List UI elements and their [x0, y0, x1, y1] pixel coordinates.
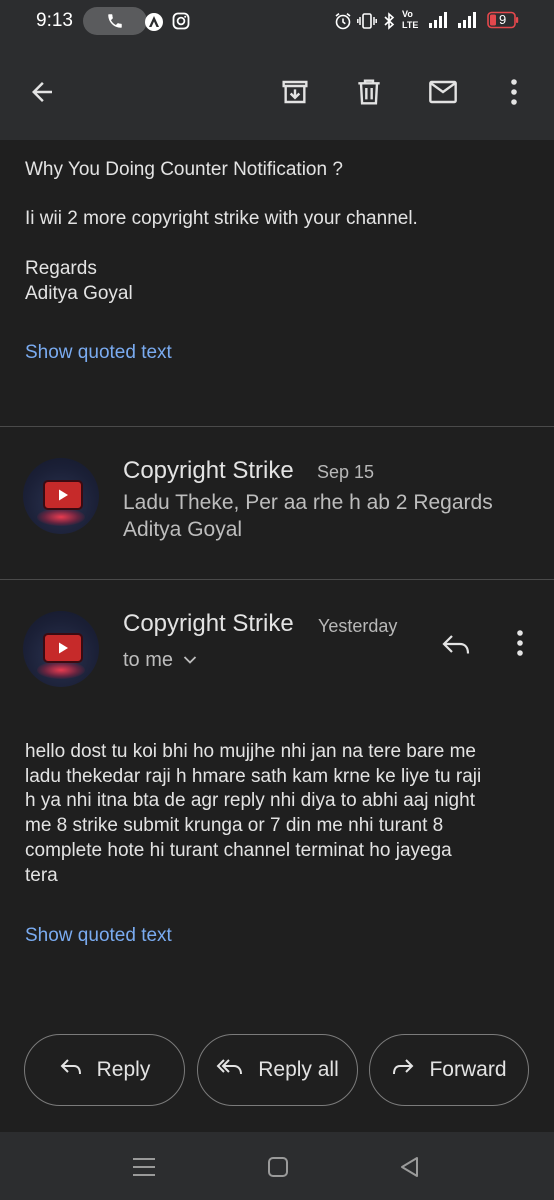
vibrate-icon	[357, 12, 377, 36]
reply-button[interactable]: Reply	[24, 1034, 185, 1106]
divider	[0, 426, 554, 427]
anchor-app-icon	[144, 12, 164, 38]
phone-call-icon[interactable]	[83, 7, 147, 35]
battery-icon: 9	[487, 11, 519, 29]
status-time: 9:13	[36, 10, 73, 31]
message-1-line: Ii wii 2 more copyright strike with your…	[25, 208, 418, 229]
system-navigation-bar	[0, 1132, 554, 1200]
top-app-bar	[0, 44, 554, 140]
reply-all-icon	[216, 1057, 244, 1083]
show-quoted-text-link[interactable]: Show quoted text	[25, 925, 172, 947]
avatar	[23, 458, 99, 534]
reply-label: Reply	[96, 1058, 151, 1081]
message-snippet: Aditya Goyal	[123, 518, 243, 541]
message-body-line: complete hote hi turant channel terminat…	[25, 839, 452, 861]
more-vert-icon[interactable]	[508, 628, 532, 658]
avatar	[23, 611, 99, 687]
message-body-line: tera	[25, 864, 58, 886]
show-quoted-text-link[interactable]: Show quoted text	[25, 342, 172, 364]
message-body-line: hello dost tu koi bhi ho mujjhe nhi jan …	[25, 741, 476, 762]
divider	[0, 579, 554, 580]
mark-unread-icon[interactable]	[423, 72, 463, 112]
message-1-line: Why You Doing Counter Notification ?	[25, 159, 343, 180]
forward-label: Forward	[429, 1058, 507, 1081]
message-body: hello dost tu koi bhi ho mujjhe nhi jan …	[25, 740, 535, 888]
youtube-icon	[43, 480, 83, 510]
youtube-icon	[43, 633, 83, 663]
home-icon[interactable]	[267, 1156, 289, 1183]
message-date: Yesterday	[318, 616, 398, 636]
message-date: Sep 15	[317, 462, 375, 482]
instagram-icon	[172, 12, 190, 36]
back-arrow-icon[interactable]	[22, 72, 62, 112]
forward-button[interactable]: Forward	[369, 1034, 529, 1106]
signal-icon	[428, 11, 450, 35]
message-body-line: ladu thekedar raji h hmare sath kam krne…	[25, 765, 482, 787]
reply-all-label: Reply all	[258, 1058, 339, 1081]
bluetooth-icon	[382, 12, 396, 36]
message-body-line: me 8 strike submit krunga or 7 din me nh…	[25, 815, 444, 837]
alarm-icon	[334, 12, 352, 36]
volte-label-top: Vo	[402, 9, 413, 19]
more-vert-icon[interactable]	[494, 72, 534, 112]
recents-icon[interactable]	[131, 1156, 157, 1183]
status-bar: 9:13 Vo LTE 9	[0, 0, 554, 44]
reply-icon	[59, 1057, 83, 1083]
archive-icon[interactable]	[275, 72, 315, 112]
message-1-line: Aditya Goyal	[25, 283, 133, 304]
back-nav-icon[interactable]	[398, 1155, 420, 1184]
sender-name: Copyright Strike	[123, 457, 294, 484]
reply-icon[interactable]	[436, 625, 476, 665]
volte-icon: Vo LTE	[402, 9, 418, 31]
signal-icon-2	[457, 11, 479, 35]
recipient-details-toggle[interactable]: to me	[123, 649, 197, 672]
reply-all-button[interactable]: Reply all	[197, 1034, 358, 1106]
battery-level: 9	[499, 12, 507, 27]
message-snippet: Ladu Theke, Per aa rhe h ab 2 Regards	[123, 491, 493, 514]
volte-label-bottom: LTE	[402, 20, 419, 30]
recipient-label: to me	[123, 649, 174, 671]
message-1-line: Regards	[25, 258, 97, 279]
sender-name: Copyright Strike	[123, 610, 294, 637]
message-body-line: h ya nhi itna bta de agr reply nhi diya …	[25, 790, 475, 812]
chevron-down-icon	[183, 652, 197, 670]
forward-icon	[391, 1057, 415, 1083]
delete-icon[interactable]	[349, 72, 389, 112]
